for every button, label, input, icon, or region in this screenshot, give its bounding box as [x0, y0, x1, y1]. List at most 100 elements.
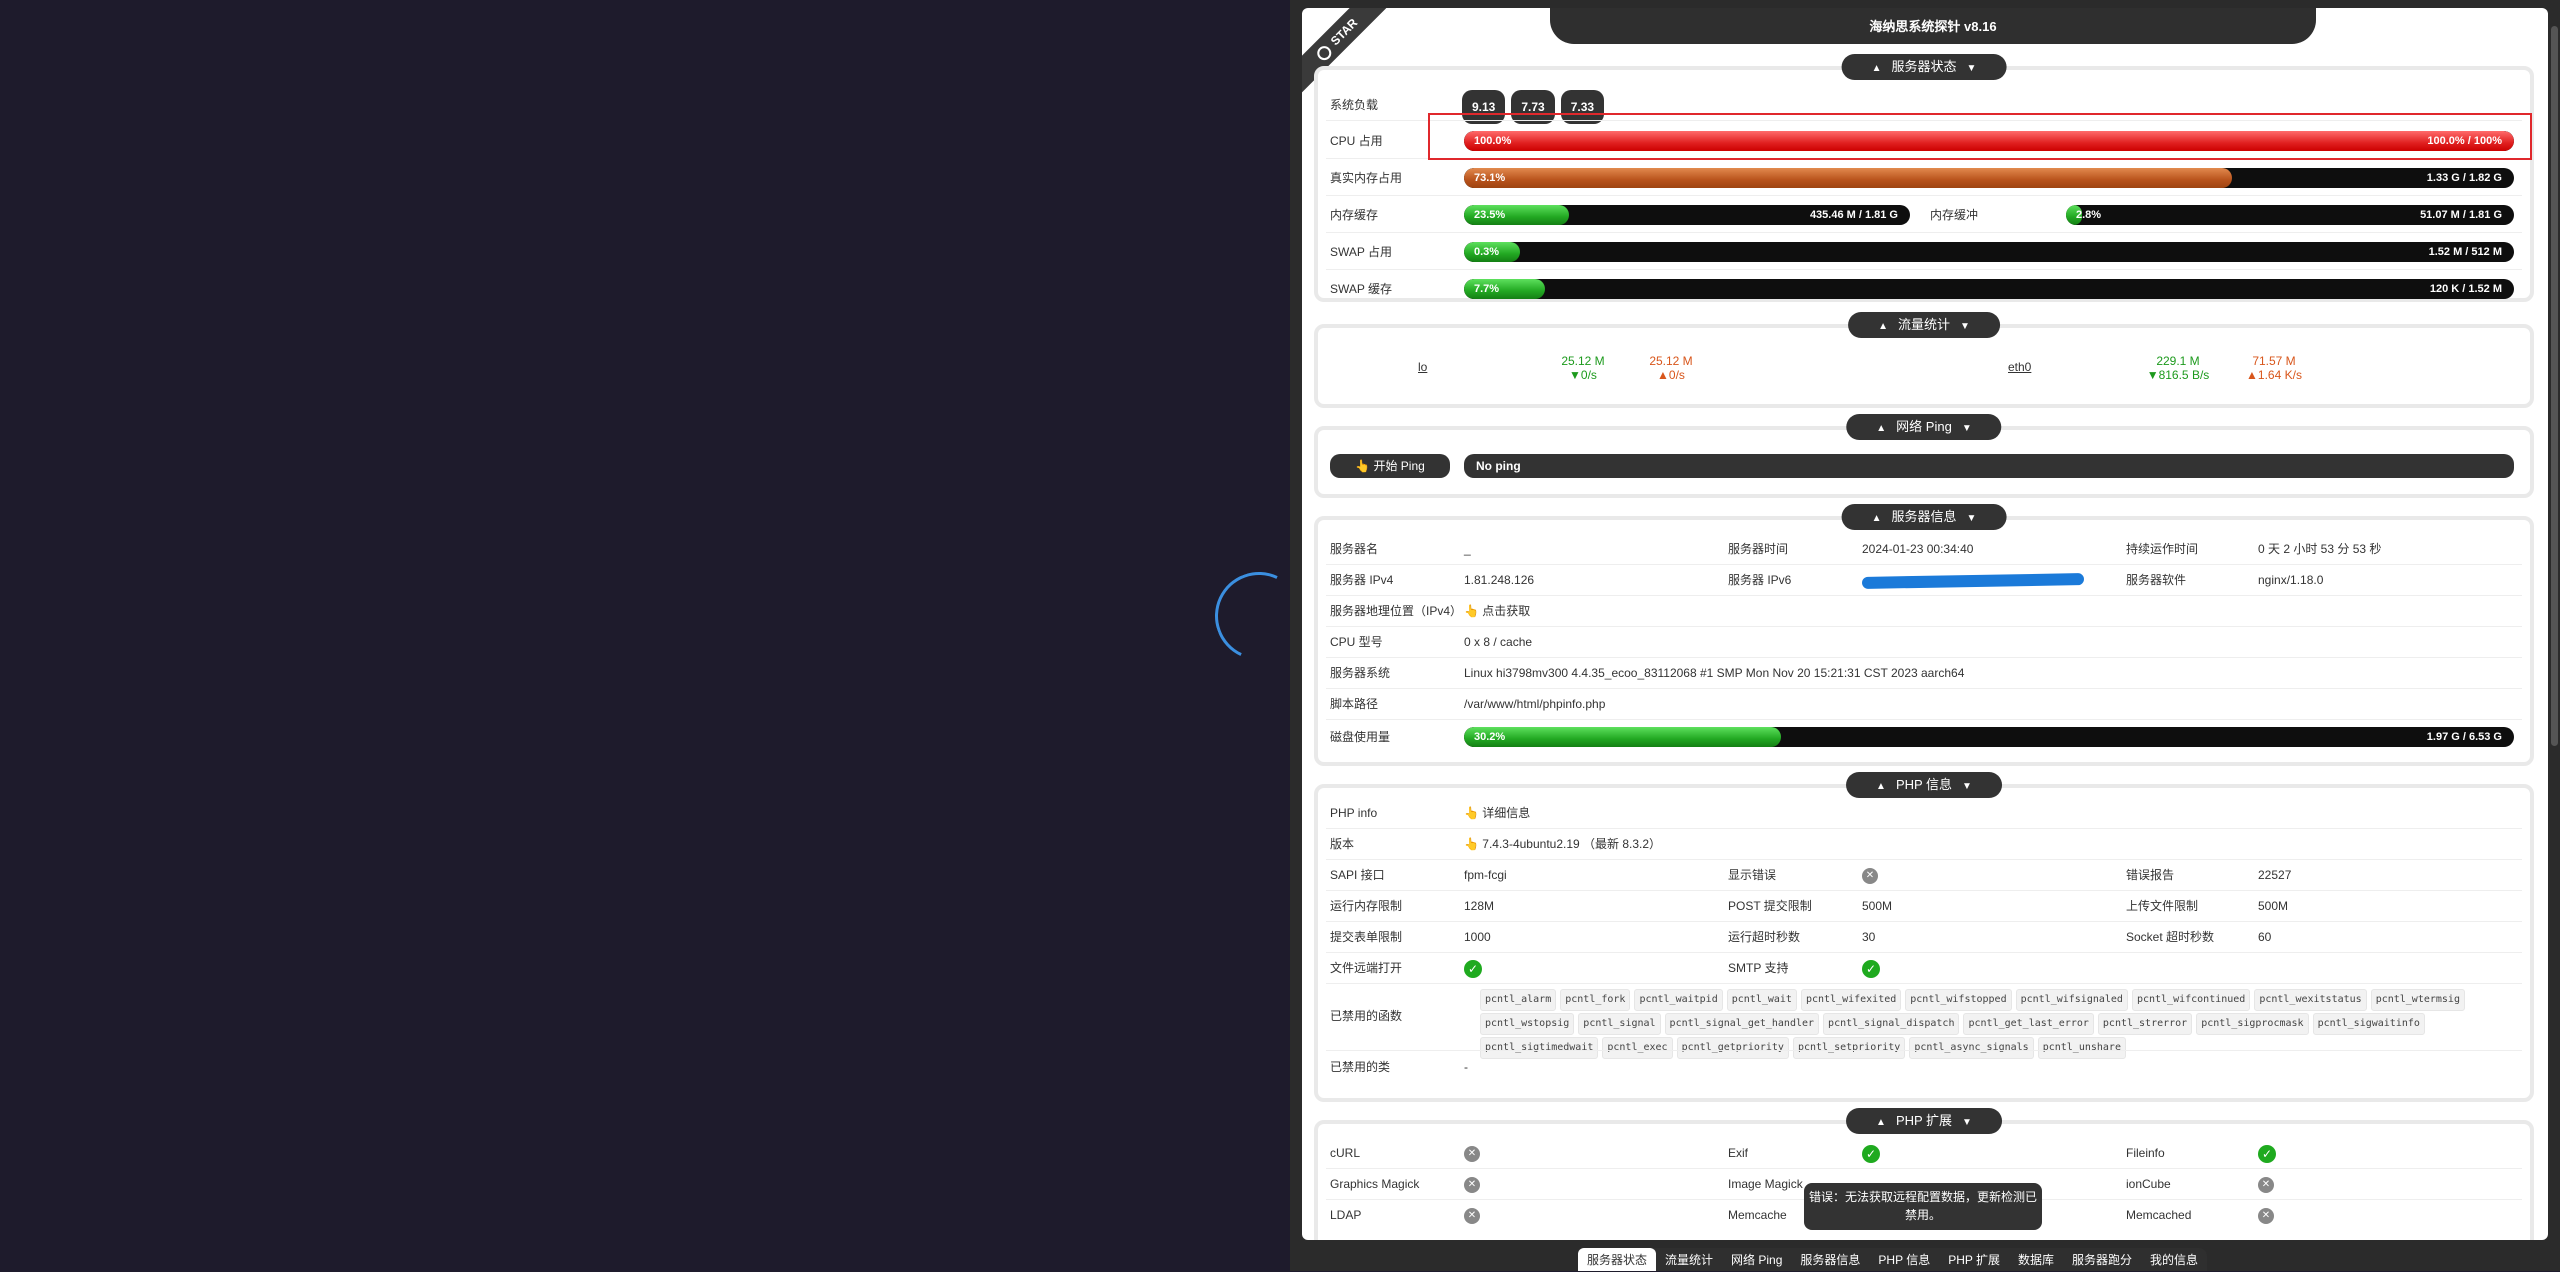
ext-row-1: cURL ✕ Exif ✓ Fileinfo ✓	[1318, 1138, 2530, 1168]
mem-buffer-percent: 2.8%	[2076, 209, 2102, 221]
bottom-nav: 服务器状态 流量统计 网络 Ping 服务器信息 PHP 信息 PHP 扩展 数据库 服务器跑…	[1578, 1248, 2208, 1271]
lo-tx-total: 25.12 M	[1649, 354, 1693, 368]
server-name-row: 服务器名 _ 服务器时间 2024-01-23 00:34:40 持续运作时间 …	[1318, 534, 2530, 564]
real-mem-label: 真实内存占用	[1330, 171, 1403, 185]
php-info-header[interactable]: ▲ PHP 信息 ▼	[1846, 772, 2002, 798]
ext-fileinfo-label: Fileinfo	[2126, 1146, 2165, 1160]
disabled-func: pcntl_signal_dispatch	[1823, 1013, 1960, 1035]
bottom-nav-item[interactable]: 网络 Ping	[1722, 1248, 1791, 1271]
server-status-header[interactable]: ▲ 服务器状态 ▼	[1841, 54, 2007, 80]
disabled-funcs-label: 已禁用的函数	[1330, 1009, 1403, 1023]
bottom-nav-item[interactable]: 服务器跑分	[2063, 1248, 2141, 1271]
disk-row: 磁盘使用量 30.2% 1.97 G / 6.53 G	[1318, 722, 2530, 752]
geo-label: 服务器地理位置（IPv4）	[1330, 604, 1463, 618]
mem-cache-row: 内存缓存 23.5% 435.46 M / 1.81 G 内存缓冲 2.8% 5…	[1318, 200, 2530, 230]
start-ping-button[interactable]: 👆 开始 Ping	[1330, 454, 1450, 478]
cross-icon: ✕	[1464, 1176, 1480, 1193]
ext-memcached-label: Memcached	[2126, 1208, 2192, 1222]
ext-ioncube-status: ✕	[2258, 1169, 2274, 1199]
phpinfo-link[interactable]: 👆 详细信息	[1464, 798, 1530, 828]
disabled-classes-row: 已禁用的类 -	[1318, 1052, 2530, 1082]
disabled-func: pcntl_sigwaitinfo	[2312, 1013, 2425, 1035]
page-scrollbar[interactable]	[2551, 26, 2558, 746]
disabled-func: pcntl_sigprocmask	[2196, 1013, 2309, 1035]
disk-bar-fill	[1464, 727, 1782, 747]
ext-memcache-label: Memcache	[1728, 1208, 1787, 1222]
collapse-down-icon: ▼	[1966, 513, 1977, 524]
section-title: 服务器状态	[1891, 59, 1957, 74]
bottom-nav-item[interactable]: 服务器信息	[1791, 1248, 1869, 1271]
swap-cache-row: SWAP 缓存 7.7% 120 K / 1.52 M	[1318, 274, 2530, 304]
eth0-tx: 71.57 M ▲1.64 K/s	[2224, 354, 2324, 382]
display-errors-label: 显示错误	[1728, 868, 1777, 882]
remote-smtp-row: 文件远端打开 ✓ SMTP 支持 ✓	[1318, 953, 2530, 983]
mem-limit: 128M	[1464, 899, 1495, 913]
server-info-header[interactable]: ▲ 服务器信息 ▼	[1841, 504, 2007, 530]
smtp-label: SMTP 支持	[1728, 961, 1789, 975]
mem-buffer-amount: 51.07 M / 1.81 G	[2420, 209, 2502, 221]
socket-label: Socket 超时秒数	[2126, 930, 2215, 944]
post-limit: 500M	[1862, 899, 1893, 913]
lo-tx-rate: ▲0/s	[1657, 368, 1685, 382]
bottom-nav-item[interactable]: 数据库	[2009, 1248, 2063, 1271]
section-title: 流量统计	[1897, 317, 1951, 332]
cpu-model-row: CPU 型号 0 x 8 / cache	[1318, 627, 2530, 657]
page-title: 海纳思系统探针 v8.16	[1550, 8, 2316, 44]
post-limit-label: POST 提交限制	[1728, 899, 1812, 913]
check-icon: ✓	[1862, 1144, 1880, 1163]
ping-header[interactable]: ▲ 网络 Ping ▼	[1846, 414, 2002, 440]
swap-used-amount: 1.52 M / 512 M	[2428, 246, 2502, 258]
disk-amount: 1.97 G / 6.53 G	[2426, 731, 2502, 743]
ext-exif-label: Exif	[1728, 1146, 1749, 1160]
phpinfo-row: PHP info 👆 详细信息	[1318, 798, 2530, 828]
collapse-up-icon: ▲	[1876, 781, 1886, 792]
os: Linux hi3798mv300 4.4.35_ecoo_83112068 #…	[1464, 666, 1965, 680]
collapse-down-icon: ▼	[1962, 781, 1972, 792]
geo-fetch-link[interactable]: 👆 点击获取	[1464, 596, 1530, 626]
form-limit: 1000	[1464, 930, 1491, 944]
section-title: 服务器信息	[1891, 509, 1957, 524]
ext-fileinfo-status: ✓	[2258, 1138, 2276, 1168]
load-label: 系统负载	[1330, 98, 1379, 112]
display-errors-value: ✕	[1862, 860, 1878, 890]
disk-label: 磁盘使用量	[1330, 730, 1391, 744]
bottom-nav-item[interactable]: 服务器状态	[1578, 1248, 1657, 1271]
check-icon: ✓	[2258, 1144, 2276, 1163]
bottom-nav-item[interactable]: 流量统计	[1656, 1248, 1722, 1271]
server-status-section: ▲ 服务器状态 ▼ 系统负载 9.13 7.73 7.33 CPU 占用 100.0% …	[1314, 54, 2534, 304]
traffic-header[interactable]: ▲ 流量统计 ▼	[1848, 312, 2000, 338]
ipv6-redacted	[1861, 573, 2085, 589]
real-mem-bar: 73.1% 1.33 G / 1.82 G	[1464, 168, 2514, 188]
eth0-rx-total: 229.1 M	[2156, 354, 2200, 368]
sapi: fpm-fcgi	[1464, 868, 1507, 882]
disk-bar: 30.2% 1.97 G / 6.53 G	[1464, 727, 2514, 747]
php-version-row: 版本 👆 7.4.3-4ubuntu2.19 （最新 8.3.2）	[1318, 829, 2530, 859]
mem-limit-label: 运行内存限制	[1330, 899, 1403, 913]
bottom-nav-item[interactable]: PHP 信息	[1869, 1248, 1939, 1271]
disabled-func: pcntl_signal_get_handler	[1664, 1013, 1820, 1035]
swap-used-percent: 0.3%	[1474, 246, 1500, 258]
eth0-tx-total: 71.57 M	[2252, 354, 2296, 368]
cpu-highlight-box	[1428, 113, 2532, 160]
probe-page: STAR 海纳思系统探针 v8.16 ▲ 服务器状态 ▼ 系统负载 9.13 7.73…	[1302, 8, 2548, 1240]
php-ext-header[interactable]: ▲ PHP 扩展 ▼	[1846, 1108, 2002, 1134]
form-limit-label: 提交表单限制	[1330, 930, 1403, 944]
smtp-value: ✓	[1862, 953, 1880, 983]
uptime-label: 持续运作时间	[2126, 542, 2199, 556]
traffic-section: ▲ 流量统计 ▼ lo 25.12 M ▼0/s 25.12 M ▲0/s eth0 2…	[1314, 312, 2534, 408]
upload-limit-label: 上传文件限制	[2126, 899, 2199, 913]
mem-buffer-label: 内存缓冲	[1930, 208, 1979, 222]
disabled-funcs-row: 已禁用的函数 pcntl_alarm pcntl_fork pcntl_waitpi…	[1318, 984, 2530, 1059]
collapse-up-icon: ▲	[1878, 321, 1888, 332]
timeout-label: 运行超时秒数	[1728, 930, 1801, 944]
bottom-nav-item[interactable]: PHP 扩展	[1939, 1248, 2009, 1271]
iface-lo[interactable]: lo	[1418, 352, 1427, 382]
eth0-rx-rate: ▼816.5 B/s	[2146, 368, 2210, 382]
real-mem-bar-fill	[1464, 168, 2232, 188]
php-version[interactable]: 👆 7.4.3-4ubuntu2.19 （最新 8.3.2）	[1464, 829, 1661, 859]
ext-curl-status: ✕	[1464, 1138, 1480, 1168]
iface-eth0[interactable]: eth0	[2008, 352, 2031, 382]
cross-icon: ✕	[1862, 867, 1878, 884]
bottom-nav-item[interactable]: 我的信息	[2141, 1248, 2207, 1271]
socket: 60	[2258, 930, 2272, 944]
